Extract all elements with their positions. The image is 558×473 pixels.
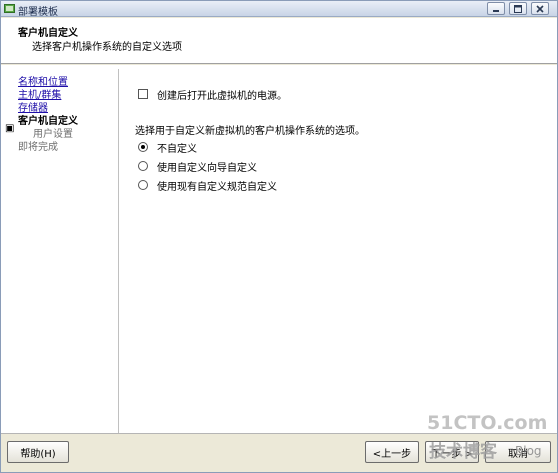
page-subtitle: 选择客户机操作系统的自定义选项 (32, 42, 182, 53)
wizard-header: 客户机自定义 选择客户机操作系统的自定义选项 (1, 18, 557, 64)
page-title: 客户机自定义 (18, 28, 78, 39)
wizard-step-nav: 名称和位置 主机/群集 存储器 ▣ 客户机自定义 用户设置 即将完成 (1, 69, 119, 433)
current-step-marker-icon: ▣ (5, 123, 15, 134)
nav-step-ready-to-complete: 即将完成 (18, 142, 58, 153)
maximize-icon (514, 4, 522, 13)
vm-template-icon (4, 4, 15, 13)
nav-step-name-location[interactable]: 名称和位置 (18, 77, 68, 89)
wizard-footer: 帮助(H) <上一步 下一步 > 取消 (1, 433, 557, 472)
title-bar[interactable]: 部署模板 (1, 1, 557, 18)
close-button[interactable] (531, 2, 549, 15)
help-button[interactable]: 帮助(H) (7, 441, 69, 463)
cancel-button[interactable]: 取消 (485, 441, 551, 463)
wizard-body: 名称和位置 主机/群集 存储器 ▣ 客户机自定义 用户设置 即将完成 创建后打开… (1, 65, 557, 433)
wizard-customize-label: 使用自定义向导自定义 (157, 162, 257, 174)
power-on-option[interactable]: 创建后打开此虚拟机的电源。 (138, 87, 287, 102)
no-customize-radio[interactable] (138, 142, 148, 152)
minimize-button[interactable] (487, 2, 505, 15)
wizard-customize-radio[interactable] (138, 161, 148, 171)
existing-spec-label: 使用现有自定义规范自定义 (157, 181, 277, 193)
close-icon (536, 4, 544, 13)
nav-step-guest-customization: 客户机自定义 (18, 116, 78, 127)
radio-option-wizard[interactable]: 使用自定义向导自定义 (138, 159, 257, 174)
maximize-button[interactable] (509, 2, 527, 15)
power-on-checkbox[interactable] (138, 89, 148, 99)
customization-options-label: 选择用于自定义新虚拟机的客户机操作系统的选项。 (135, 126, 365, 137)
power-on-label: 创建后打开此虚拟机的电源。 (157, 90, 287, 102)
radio-option-no-customize[interactable]: 不自定义 (138, 140, 197, 155)
existing-spec-radio[interactable] (138, 180, 148, 190)
back-button[interactable]: <上一步 (365, 441, 419, 463)
deploy-template-window: 部署模板 客户机自定义 选择客户机操作系统的自定义选项 名称和位置 主机/群集 … (0, 0, 558, 473)
nav-step-host-cluster[interactable]: 主机/群集 (18, 90, 61, 102)
window-title: 部署模板 (18, 7, 58, 18)
next-button[interactable]: 下一步 > (425, 441, 479, 463)
wizard-content: 创建后打开此虚拟机的电源。 选择用于自定义新虚拟机的客户机操作系统的选项。 不自… (120, 65, 557, 433)
radio-option-existing-spec[interactable]: 使用现有自定义规范自定义 (138, 178, 277, 193)
nav-step-user-settings: 用户设置 (33, 129, 73, 140)
no-customize-label: 不自定义 (157, 143, 197, 155)
minimize-icon (493, 9, 499, 12)
nav-step-storage[interactable]: 存储器 (18, 103, 48, 115)
